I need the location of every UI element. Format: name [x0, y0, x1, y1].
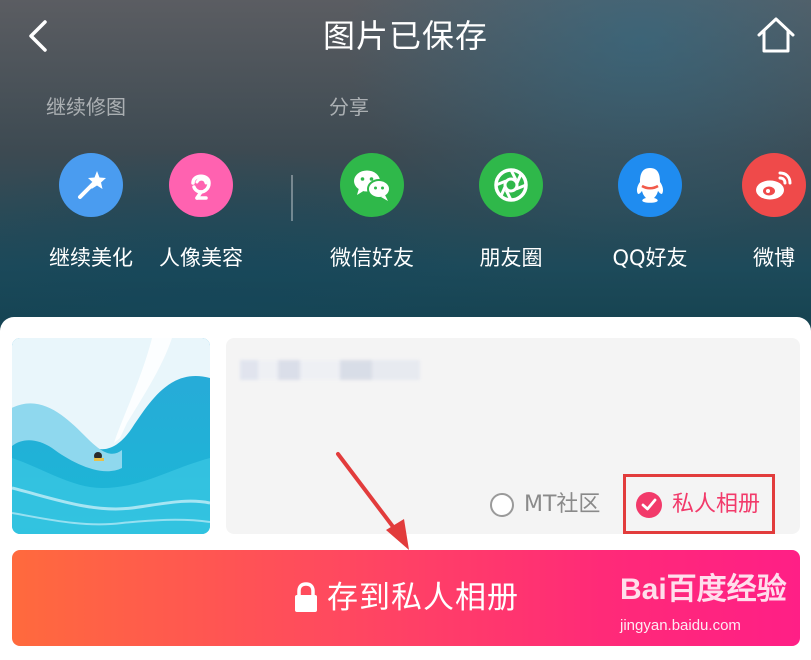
share-wechat-friends[interactable]: 微信好友	[307, 153, 437, 273]
section-divider	[291, 175, 293, 221]
share-qq-friends[interactable]: QQ好友	[585, 153, 715, 273]
radio-unchecked-icon	[490, 493, 514, 517]
share-moments[interactable]: 朋友圈	[446, 153, 576, 273]
portrait-icon	[169, 153, 233, 217]
action-label: 微信好友	[330, 246, 414, 270]
qq-icon	[618, 153, 682, 217]
watermark-url: jingyan.baidu.com	[620, 617, 741, 634]
magic-wand-icon	[59, 153, 123, 217]
save-button-label: 存到私人相册	[327, 580, 519, 616]
action-label: 人像美容	[159, 246, 243, 270]
lock-icon	[295, 582, 317, 612]
action-label: QQ好友	[612, 246, 688, 270]
moments-icon	[479, 153, 543, 217]
check-circle-icon	[636, 492, 662, 518]
option-label: 私人相册	[672, 492, 761, 517]
home-button[interactable]	[752, 12, 800, 58]
action-label: 朋友圈	[479, 246, 543, 270]
section-label-edit: 继续修图	[46, 95, 126, 119]
option-private-album[interactable]: 私人相册	[636, 489, 760, 521]
wechat-icon	[340, 153, 404, 217]
surf-photo-thumbnail[interactable]	[12, 338, 210, 534]
action-label: 继续美化	[49, 246, 133, 270]
option-mt-community[interactable]: MT社区	[490, 489, 600, 521]
share-weibo[interactable]: 微博	[719, 153, 811, 273]
action-label: 微博	[753, 246, 795, 270]
action-portrait-beauty[interactable]: 人像美容	[136, 153, 266, 273]
page-title: 图片已保存	[322, 17, 488, 55]
watermark-brand: Bai百度经验	[620, 573, 787, 606]
weibo-icon	[742, 153, 806, 217]
option-label: MT社区	[524, 492, 601, 517]
section-label-share: 分享	[329, 95, 369, 119]
home-icon	[757, 17, 795, 53]
blurred-caption-text	[240, 360, 420, 380]
baidu-jingyan-watermark: Bai百度经验 jingyan.baidu.com	[620, 572, 800, 644]
share-header-background: 图片已保存 继续修图 分享 继续美化 人像美容 微信好友 朋友圈 QQ好友 微博	[0, 0, 811, 335]
